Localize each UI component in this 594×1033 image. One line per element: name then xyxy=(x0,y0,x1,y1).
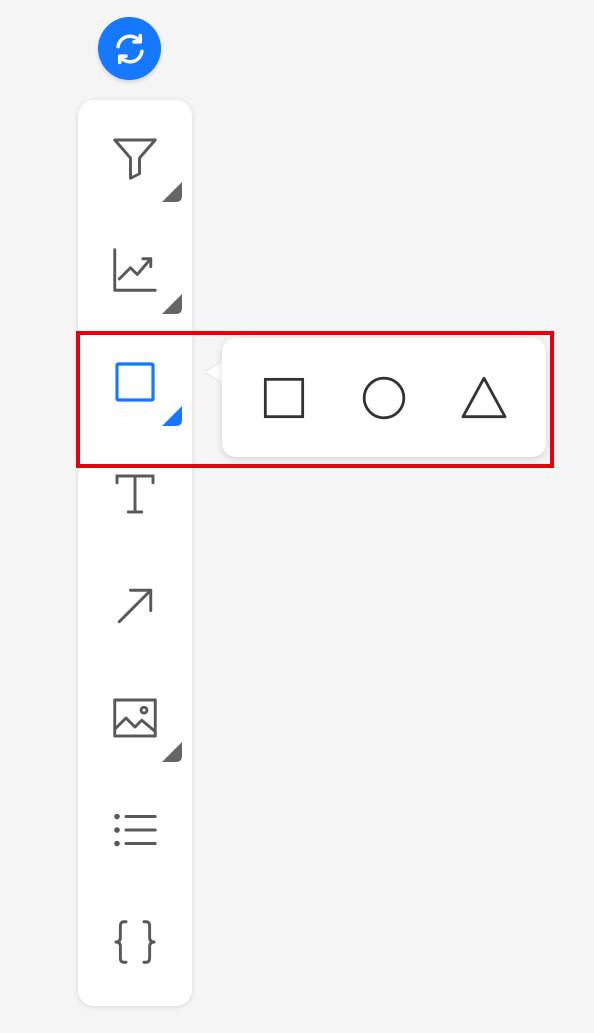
refresh-icon xyxy=(115,33,144,64)
shape-popover xyxy=(222,338,546,457)
submenu-indicator-icon xyxy=(162,182,182,202)
circle-option[interactable] xyxy=(344,358,424,438)
text-icon xyxy=(115,474,155,514)
triangle-option[interactable] xyxy=(444,358,524,438)
arrow-tool[interactable] xyxy=(78,550,192,662)
triangle-icon xyxy=(461,376,507,419)
shape-tool[interactable] xyxy=(78,326,192,438)
toolbar xyxy=(78,100,192,1006)
submenu-indicator-icon xyxy=(162,406,182,426)
image-icon xyxy=(113,698,157,738)
submenu-indicator-icon xyxy=(162,742,182,762)
rectangle-option[interactable] xyxy=(244,358,324,438)
filter-tool[interactable] xyxy=(78,102,192,214)
popover-arrow xyxy=(206,362,222,382)
image-tool[interactable] xyxy=(78,662,192,774)
arrow-icon xyxy=(117,588,153,624)
code-tool[interactable] xyxy=(78,886,192,998)
list-icon xyxy=(114,813,157,847)
text-tool[interactable] xyxy=(78,438,192,550)
page xyxy=(0,0,594,1033)
submenu-indicator-icon xyxy=(162,294,182,314)
square-icon xyxy=(115,362,155,402)
braces-icon xyxy=(114,920,156,964)
filter-icon xyxy=(113,138,157,180)
circle-icon xyxy=(362,376,406,420)
line-chart-icon xyxy=(113,248,157,292)
chart-tool[interactable] xyxy=(78,214,192,326)
sync-button[interactable] xyxy=(98,17,161,80)
rectangle-icon xyxy=(263,377,305,419)
list-tool[interactable] xyxy=(78,774,192,886)
